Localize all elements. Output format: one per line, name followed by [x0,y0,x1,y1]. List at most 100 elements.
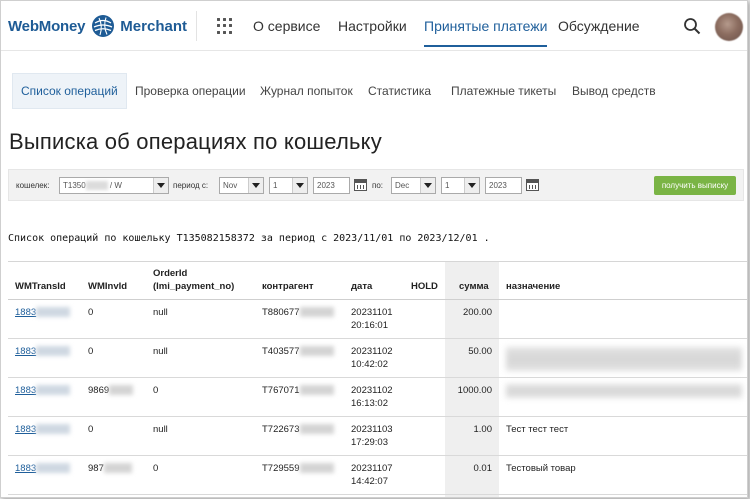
wmtransid-link[interactable]: 1883 [15,385,36,396]
time-cell: 10:42:02 [351,359,388,370]
table-row: 1883 0 null T722673 20231103 17:29:03 1.… [8,417,747,456]
wmtransid-link[interactable]: 1883 [15,346,36,357]
statement-filter: кошелек: T1350 / W период с: Nov 1 2023 … [8,169,744,201]
counterparty-cell: T880677 [262,306,334,319]
date-cell: 20231101 [351,307,393,318]
chevron-down-icon [468,183,476,188]
date-cell: 20231102 [351,346,393,357]
wmtransid-cell[interactable]: 1883 [15,462,71,475]
counterparty-value: T767071 [262,385,300,396]
tab-attempt-log[interactable]: Журнал попыток [260,73,353,109]
time-cell: 16:13:02 [351,398,388,409]
redacted-blur [109,385,134,396]
amount-cell: 1000.00 [457,385,492,396]
search-icon[interactable] [683,17,701,35]
counterparty-cell: T767071 [262,384,334,397]
from-year-input[interactable]: 2023 [313,177,350,194]
to-day-value: 1 [445,181,450,190]
nav-settings[interactable]: Настройки [338,1,407,51]
table-row: 1883 987 0 T729559 20231107 14:42:07 0.0… [8,456,747,495]
redacted-blur [36,463,71,474]
date-cell: 20231103 [351,424,393,435]
redacted-blur [36,346,71,357]
statement-summary: Список операций по кошельку T13508215837… [8,233,490,244]
time-cell: 20:16:01 [351,320,388,331]
tab-payment-tickets[interactable]: Платежные тикеты [451,73,556,109]
wallet-value: T1350 [63,181,86,190]
tab-withdrawal[interactable]: Вывод средств [572,73,656,109]
orderid-cell: null [153,346,168,357]
from-day-select[interactable]: 1 [269,177,308,194]
logo-text-merchant: Merchant [120,17,187,35]
redacted-blur [36,424,71,435]
col-date: дата [351,281,373,292]
from-month-select[interactable]: Nov [219,177,264,194]
calendar-icon[interactable] [526,179,539,191]
user-avatar[interactable] [715,13,743,41]
chevron-down-icon [252,183,260,188]
wmtransid-link[interactable]: 1883 [15,307,36,318]
col-purpose: назначение [506,281,561,292]
wminvid-cell: 0 [88,424,94,435]
table-row: 1883 9869 0 T767071 20231102 16:13:02 10… [8,378,747,417]
get-statement-button[interactable]: получить выписку [654,176,736,195]
calendar-icon[interactable] [354,179,367,191]
col-orderid: OrderId [153,268,188,279]
operations-table: WMTransId WMInvId OrderId (lmi_payment_n… [8,261,747,497]
tab-operations-list[interactable]: Список операций [12,73,127,109]
wmtransid-cell[interactable]: 1883 [15,345,71,358]
redacted-blur [103,463,132,474]
col-amount: сумма [459,281,489,292]
redacted-blur [299,346,334,357]
nav-discussion[interactable]: Обсуждение [558,1,640,51]
to-month-select[interactable]: Dec [391,177,436,194]
table-row: 1883 0 null T880677 20231101 20:16:01 20… [8,300,747,339]
counterparty-value: T880677 [262,307,300,318]
app-window: WebMoney Merchant О сервисе Настройки Пр… [0,0,748,498]
from-day-value: 1 [273,181,278,190]
tab-check-operation[interactable]: Проверка операции [135,73,246,109]
date-cell: 20231107 [351,463,393,474]
to-year-input[interactable]: 2023 [485,177,522,194]
chevron-down-icon [296,183,304,188]
nav-received-payments[interactable]: Принятые платежи [424,1,548,51]
counterparty-value: T722673 [262,424,300,435]
wallet-blur [85,181,108,191]
counterparty-cell: T722673 [262,423,334,436]
redacted-blur [36,385,71,396]
to-month-value: Dec [395,181,410,190]
period-from-label: период с: [173,181,209,190]
chevron-down-icon [157,183,165,188]
tab-statistics[interactable]: Статистика [368,73,431,109]
wmtransid-cell[interactable]: 1883 [15,384,71,397]
wallet-select[interactable]: T1350 / W [59,177,169,194]
page-title: Выписка об операциях по кошельку [9,129,382,154]
table-header: WMTransId WMInvId OrderId (lmi_payment_n… [8,262,747,300]
col-hold: HOLD [411,281,438,292]
amount-cell: 200.00 [462,307,492,318]
top-header: WebMoney Merchant О сервисе Настройки Пр… [1,1,747,51]
from-month-value: Nov [223,181,238,190]
time-cell: 14:42:07 [351,476,388,487]
wmtransid-cell[interactable]: 1883 [15,423,71,436]
apps-grid-icon[interactable] [217,18,233,34]
webmoney-merchant-logo[interactable]: WebMoney Merchant [8,14,187,38]
col-wminvid: WMInvId [88,281,128,292]
time-cell: 17:29:03 [351,437,388,448]
nav-about[interactable]: О сервисе [253,1,320,51]
logo-text-webmoney: WebMoney [8,17,86,35]
wmtransid-link[interactable]: 1883 [15,424,36,435]
redacted-blur [299,385,334,396]
amount-cell: 0.01 [473,463,493,474]
table-row: 1883 0 null T403577 20231102 10:42:02 50… [8,339,747,378]
date-cell: 20231102 [351,385,393,396]
wminvid-cell: 987 [88,462,132,475]
col-wmtransid: WMTransId [15,281,66,292]
wmtransid-cell[interactable]: 1883 [15,306,71,319]
col-counterparty: контрагент [262,281,314,292]
to-day-select[interactable]: 1 [441,177,480,194]
chevron-down-icon [424,183,432,188]
redacted-blur [299,307,334,318]
wmtransid-link[interactable]: 1883 [15,463,36,474]
purpose-cell: Тестовый товар [506,463,576,474]
